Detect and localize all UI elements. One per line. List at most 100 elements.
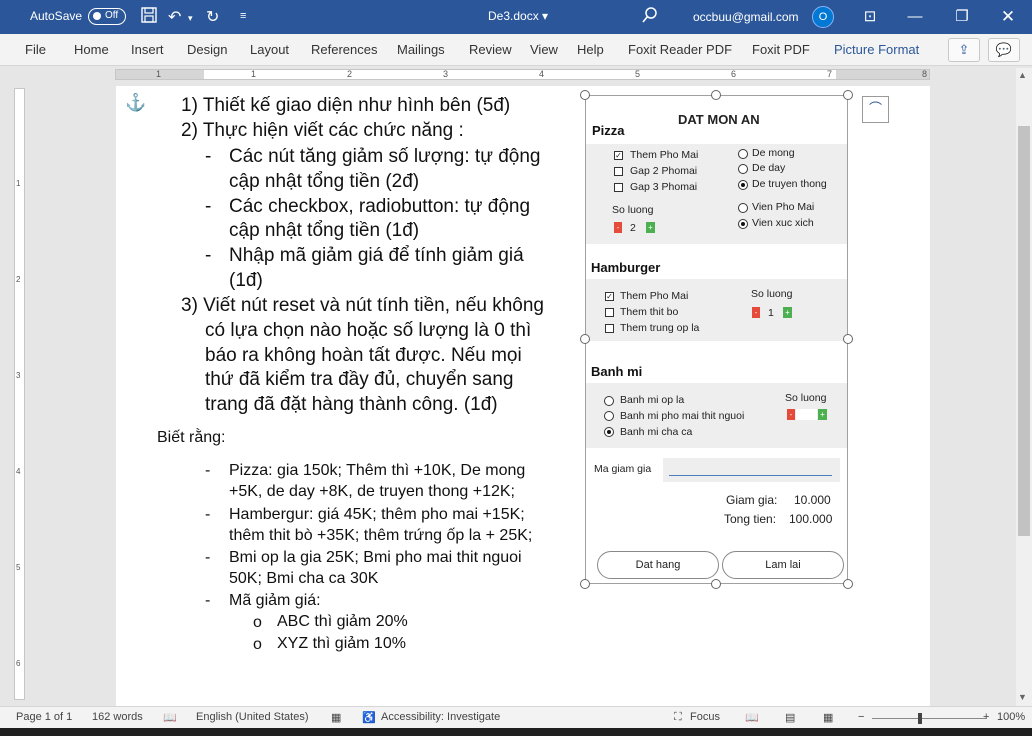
zoom-in-button[interactable]: + bbox=[983, 711, 989, 723]
focus-icon[interactable]: ⛶ bbox=[674, 711, 682, 724]
undo-dropdown-icon[interactable]: ▾ bbox=[188, 13, 193, 24]
banh-mi-minus-button[interactable]: - bbox=[787, 409, 795, 420]
scroll-thumb[interactable] bbox=[1018, 126, 1030, 536]
web-layout-icon[interactable]: ▦ bbox=[823, 711, 833, 724]
comments-icon[interactable]: 💬 bbox=[988, 38, 1020, 62]
search-icon[interactable] bbox=[642, 7, 658, 28]
radio-vien-xuc-xich[interactable] bbox=[738, 219, 748, 229]
resize-handle[interactable] bbox=[580, 579, 590, 589]
zoom-out-button[interactable]: − bbox=[858, 711, 864, 723]
account-name[interactable]: occbuu@gmail.com bbox=[693, 10, 799, 24]
radio-de-day[interactable] bbox=[738, 164, 748, 174]
resize-handle[interactable] bbox=[843, 90, 853, 100]
resize-handle[interactable] bbox=[580, 90, 590, 100]
zoom-slider-thumb[interactable] bbox=[918, 713, 922, 724]
doc-line: 1) Thiết kế giao diện như hình bên (5đ) bbox=[181, 95, 511, 116]
discount-input[interactable] bbox=[663, 458, 840, 482]
tab-mailings[interactable]: Mailings bbox=[397, 42, 445, 57]
checkbox-them-trung-op-la[interactable] bbox=[605, 324, 614, 333]
radio-banh-mi-pho-mai-thit-nguoi[interactable] bbox=[604, 411, 614, 421]
bullet-dash: - bbox=[205, 146, 212, 167]
vertical-ruler[interactable]: 1 2 3 4 5 6 bbox=[14, 88, 25, 700]
dat-hang-button[interactable]: Dat hang bbox=[597, 551, 719, 579]
tab-layout[interactable]: Layout bbox=[250, 42, 289, 57]
focus-mode[interactable]: Focus bbox=[690, 711, 720, 723]
word-count[interactable]: 162 words bbox=[92, 711, 143, 723]
tab-references[interactable]: References bbox=[311, 42, 377, 57]
resize-handle[interactable] bbox=[711, 579, 721, 589]
vertical-scrollbar[interactable]: ▲ ▼ bbox=[1016, 68, 1032, 706]
pizza-minus-button[interactable]: - bbox=[614, 222, 622, 233]
radio-label: De day bbox=[752, 162, 786, 174]
radio-de-mong[interactable] bbox=[738, 149, 748, 159]
language[interactable]: English (United States) bbox=[196, 711, 309, 723]
doc-line: Các nút tăng giảm số lượng: tự động bbox=[229, 146, 541, 167]
checkbox-them-thit-bo[interactable] bbox=[605, 308, 614, 317]
ribbon-display-icon[interactable]: ⊡ bbox=[850, 4, 890, 30]
redo-icon[interactable]: ↻ bbox=[206, 7, 219, 27]
zoom-slider[interactable] bbox=[872, 718, 986, 719]
picture-title: DAT MON AN bbox=[678, 112, 760, 127]
document-title[interactable]: De3.docx ▾ bbox=[488, 9, 548, 23]
tab-insert[interactable]: Insert bbox=[131, 42, 164, 57]
minimize-icon[interactable]: — bbox=[895, 4, 935, 30]
accessibility-icon[interactable]: ♿ bbox=[362, 711, 376, 724]
tab-file[interactable]: File bbox=[25, 42, 46, 57]
tab-picture-format[interactable]: Picture Format bbox=[834, 42, 919, 57]
share-icon[interactable]: ⇪ bbox=[948, 38, 980, 62]
tab-help[interactable]: Help bbox=[577, 42, 604, 57]
embedded-picture[interactable]: DAT MON AN Pizza ✓ Them Pho Mai Gap 2 Ph… bbox=[585, 95, 848, 584]
lam-lai-button[interactable]: Lam lai bbox=[722, 551, 844, 579]
read-mode-icon[interactable]: 📖 bbox=[745, 711, 759, 724]
scroll-down-icon[interactable]: ▼ bbox=[1018, 692, 1027, 702]
checkbox-gap-2-phomai[interactable] bbox=[614, 167, 623, 176]
tab-foxit-pdf[interactable]: Foxit PDF bbox=[752, 42, 810, 57]
accessibility-status[interactable]: Accessibility: Investigate bbox=[381, 711, 500, 723]
customize-icon[interactable]: ≡ bbox=[240, 10, 246, 22]
banh-mi-qty-value[interactable] bbox=[796, 409, 817, 420]
tab-design[interactable]: Design bbox=[187, 42, 227, 57]
resize-handle[interactable] bbox=[843, 579, 853, 589]
tab-review[interactable]: Review bbox=[469, 42, 512, 57]
tab-foxit-reader-pdf[interactable]: Foxit Reader PDF bbox=[628, 42, 732, 57]
tab-view[interactable]: View bbox=[530, 42, 558, 57]
radio-de-truyen-thong[interactable] bbox=[738, 180, 748, 190]
scroll-up-icon[interactable]: ▲ bbox=[1018, 70, 1027, 80]
macro-icon[interactable]: ▦ bbox=[331, 711, 341, 724]
page-count[interactable]: Page 1 of 1 bbox=[16, 711, 72, 723]
pizza-plus-button[interactable]: + bbox=[646, 222, 655, 233]
horizontal-ruler[interactable]: 1 1 2 3 4 5 6 7 8 bbox=[115, 69, 930, 80]
undo-icon[interactable]: ↶ bbox=[168, 7, 181, 27]
ruler-number: 4 bbox=[16, 467, 21, 476]
layout-options-icon[interactable]: ⌒ bbox=[862, 96, 889, 123]
radio-label: Banh mi op la bbox=[620, 394, 685, 406]
autosave-label: AutoSave bbox=[30, 9, 83, 23]
hamburger-plus-button[interactable]: + bbox=[783, 307, 792, 318]
banh-mi-plus-button[interactable]: + bbox=[818, 409, 827, 420]
avatar[interactable]: O bbox=[812, 6, 834, 28]
print-layout-icon[interactable]: ▤ bbox=[785, 711, 795, 724]
checkbox-them-pho-mai[interactable]: ✓ bbox=[614, 151, 623, 160]
tab-home[interactable]: Home bbox=[74, 42, 109, 57]
radio-vien-pho-mai[interactable] bbox=[738, 203, 748, 213]
proofing-icon[interactable]: 📖 bbox=[163, 711, 177, 724]
zoom-level[interactable]: 100% bbox=[997, 711, 1025, 723]
hamburger-qty-label: So luong bbox=[751, 288, 793, 300]
close-icon[interactable]: ✕ bbox=[988, 4, 1028, 30]
radio-banh-mi-cha-ca[interactable] bbox=[604, 427, 614, 437]
resize-handle[interactable] bbox=[711, 90, 721, 100]
note-line: Hambergur: giá 45K; thêm pho mai +15K; bbox=[229, 506, 525, 523]
checkbox-gap-3-phomai[interactable] bbox=[614, 183, 623, 192]
checkbox-them-pho-mai-burger[interactable]: ✓ bbox=[605, 292, 614, 301]
hamburger-minus-button[interactable]: - bbox=[752, 307, 760, 318]
resize-handle[interactable] bbox=[843, 334, 853, 344]
anchor-icon[interactable]: ⚓ bbox=[125, 93, 146, 113]
hamburger-heading: Hamburger bbox=[591, 260, 661, 275]
note-line: XYZ thì giảm 10% bbox=[277, 635, 406, 652]
save-icon[interactable] bbox=[141, 7, 157, 28]
radio-banh-mi-op-la[interactable] bbox=[604, 396, 614, 406]
autosave-toggle[interactable]: Off bbox=[88, 8, 126, 25]
restore-icon[interactable]: ❐ bbox=[942, 4, 982, 30]
checkbox-label: Gap 2 Phomai bbox=[630, 165, 698, 177]
resize-handle[interactable] bbox=[580, 334, 590, 344]
